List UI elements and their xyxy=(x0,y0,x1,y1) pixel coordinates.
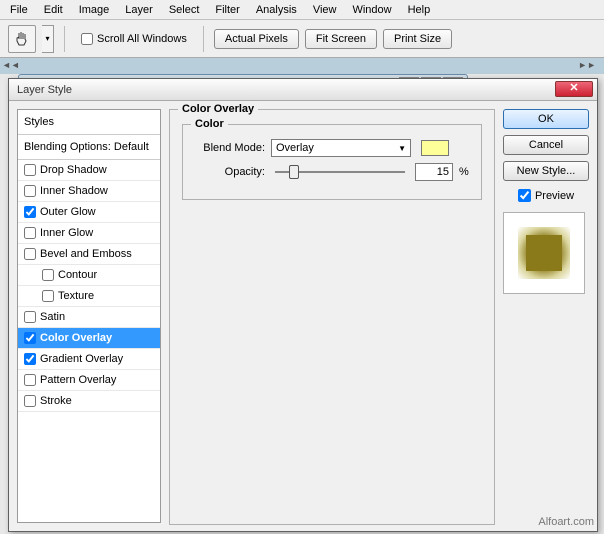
section-title: Color Overlay xyxy=(178,103,258,115)
dialog-titlebar[interactable]: Layer Style ✕ xyxy=(9,79,597,101)
effect-label: Satin xyxy=(40,311,65,323)
preview-checkbox-input[interactable] xyxy=(518,189,531,202)
effect-texture[interactable]: Texture xyxy=(18,286,160,307)
effect-label: Gradient Overlay xyxy=(40,353,123,365)
effect-checkbox[interactable] xyxy=(24,227,36,239)
ok-button[interactable]: OK xyxy=(503,109,589,129)
preview-label: Preview xyxy=(535,190,574,202)
new-style-button[interactable]: New Style... xyxy=(503,161,589,181)
effect-pattern-overlay[interactable]: Pattern Overlay xyxy=(18,370,160,391)
effect-label: Inner Shadow xyxy=(40,185,108,197)
layer-style-dialog: Layer Style ✕ Styles Blending Options: D… xyxy=(8,78,598,532)
scroll-all-label: Scroll All Windows xyxy=(97,33,187,45)
dialog-title: Layer Style xyxy=(13,84,72,96)
menu-window[interactable]: Window xyxy=(344,2,399,18)
menu-edit[interactable]: Edit xyxy=(36,2,71,18)
slider-thumb-icon[interactable] xyxy=(289,165,299,179)
effect-label: Texture xyxy=(58,290,94,302)
opacity-slider[interactable] xyxy=(275,171,405,173)
blending-options[interactable]: Blending Options: Default xyxy=(18,135,160,160)
dialog-buttons: OK Cancel New Style... Preview xyxy=(503,109,589,523)
tool-dropdown-icon[interactable]: ▾ xyxy=(42,25,54,53)
menu-analysis[interactable]: Analysis xyxy=(248,2,305,18)
effect-checkbox[interactable] xyxy=(24,353,36,365)
effect-checkbox[interactable] xyxy=(24,164,36,176)
effect-label: Drop Shadow xyxy=(40,164,107,176)
effect-checkbox[interactable] xyxy=(24,395,36,407)
effect-color-overlay[interactable]: Color Overlay xyxy=(18,328,160,349)
collapse-left-icon[interactable]: ◄◄ xyxy=(2,60,20,70)
scroll-all-windows-checkbox[interactable]: Scroll All Windows xyxy=(81,33,187,45)
actual-pixels-button[interactable]: Actual Pixels xyxy=(214,29,299,49)
styles-list: Styles Blending Options: Default Drop Sh… xyxy=(17,109,161,523)
effect-checkbox[interactable] xyxy=(24,374,36,386)
print-size-button[interactable]: Print Size xyxy=(383,29,452,49)
effect-drop-shadow[interactable]: Drop Shadow xyxy=(18,160,160,181)
styles-header[interactable]: Styles xyxy=(18,110,160,135)
menu-select[interactable]: Select xyxy=(161,2,208,18)
options-toolbar: ▾ Scroll All Windows Actual Pixels Fit S… xyxy=(0,20,604,58)
effect-checkbox[interactable] xyxy=(42,290,54,302)
effect-label: Bevel and Emboss xyxy=(40,248,132,260)
effect-checkbox[interactable] xyxy=(24,185,36,197)
effect-label: Stroke xyxy=(40,395,72,407)
effect-label: Pattern Overlay xyxy=(40,374,116,386)
watermark: Alfoart.com xyxy=(538,516,594,528)
group-title: Color xyxy=(191,118,228,130)
blend-mode-label: Blend Mode: xyxy=(195,142,265,154)
effect-checkbox[interactable] xyxy=(24,311,36,323)
close-icon[interactable]: ✕ xyxy=(555,81,593,97)
menu-image[interactable]: Image xyxy=(71,2,118,18)
menu-view[interactable]: View xyxy=(305,2,345,18)
opacity-input[interactable] xyxy=(415,163,453,181)
cancel-button[interactable]: Cancel xyxy=(503,135,589,155)
scroll-all-checkbox-input[interactable] xyxy=(81,33,93,45)
menu-layer[interactable]: Layer xyxy=(117,2,161,18)
effect-outer-glow[interactable]: Outer Glow xyxy=(18,202,160,223)
chevron-down-icon: ▼ xyxy=(398,144,406,153)
document-tab-bar: ◄◄ ►► xyxy=(0,58,604,74)
divider xyxy=(203,26,204,52)
color-swatch[interactable] xyxy=(421,140,449,156)
effect-gradient-overlay[interactable]: Gradient Overlay xyxy=(18,349,160,370)
effect-settings-panel: Color Overlay Color Blend Mode: Overlay … xyxy=(169,109,495,523)
menu-file[interactable]: File xyxy=(2,2,36,18)
effect-satin[interactable]: Satin xyxy=(18,307,160,328)
blend-mode-value: Overlay xyxy=(276,142,314,154)
effect-checkbox[interactable] xyxy=(42,269,54,281)
opacity-unit: % xyxy=(459,166,469,178)
effect-checkbox[interactable] xyxy=(24,332,36,344)
divider xyxy=(64,26,65,52)
opacity-label: Opacity: xyxy=(195,166,265,178)
menu-filter[interactable]: Filter xyxy=(207,2,247,18)
effect-inner-shadow[interactable]: Inner Shadow xyxy=(18,181,160,202)
preview-thumbnail xyxy=(503,212,585,294)
blend-mode-select[interactable]: Overlay ▼ xyxy=(271,139,411,157)
effect-label: Outer Glow xyxy=(40,206,96,218)
effect-label: Inner Glow xyxy=(40,227,93,239)
menubar: File Edit Image Layer Select Filter Anal… xyxy=(0,0,604,20)
hand-tool-icon[interactable] xyxy=(8,25,36,53)
effect-stroke[interactable]: Stroke xyxy=(18,391,160,412)
effect-contour[interactable]: Contour xyxy=(18,265,160,286)
effect-checkbox[interactable] xyxy=(24,248,36,260)
collapse-right-icon[interactable]: ►► xyxy=(578,60,596,70)
effect-label: Color Overlay xyxy=(40,332,112,344)
menu-help[interactable]: Help xyxy=(400,2,439,18)
preview-checkbox[interactable]: Preview xyxy=(503,189,589,202)
effect-checkbox[interactable] xyxy=(24,206,36,218)
effect-bevel-and-emboss[interactable]: Bevel and Emboss xyxy=(18,244,160,265)
effect-label: Contour xyxy=(58,269,97,281)
fit-screen-button[interactable]: Fit Screen xyxy=(305,29,377,49)
effect-inner-glow[interactable]: Inner Glow xyxy=(18,223,160,244)
